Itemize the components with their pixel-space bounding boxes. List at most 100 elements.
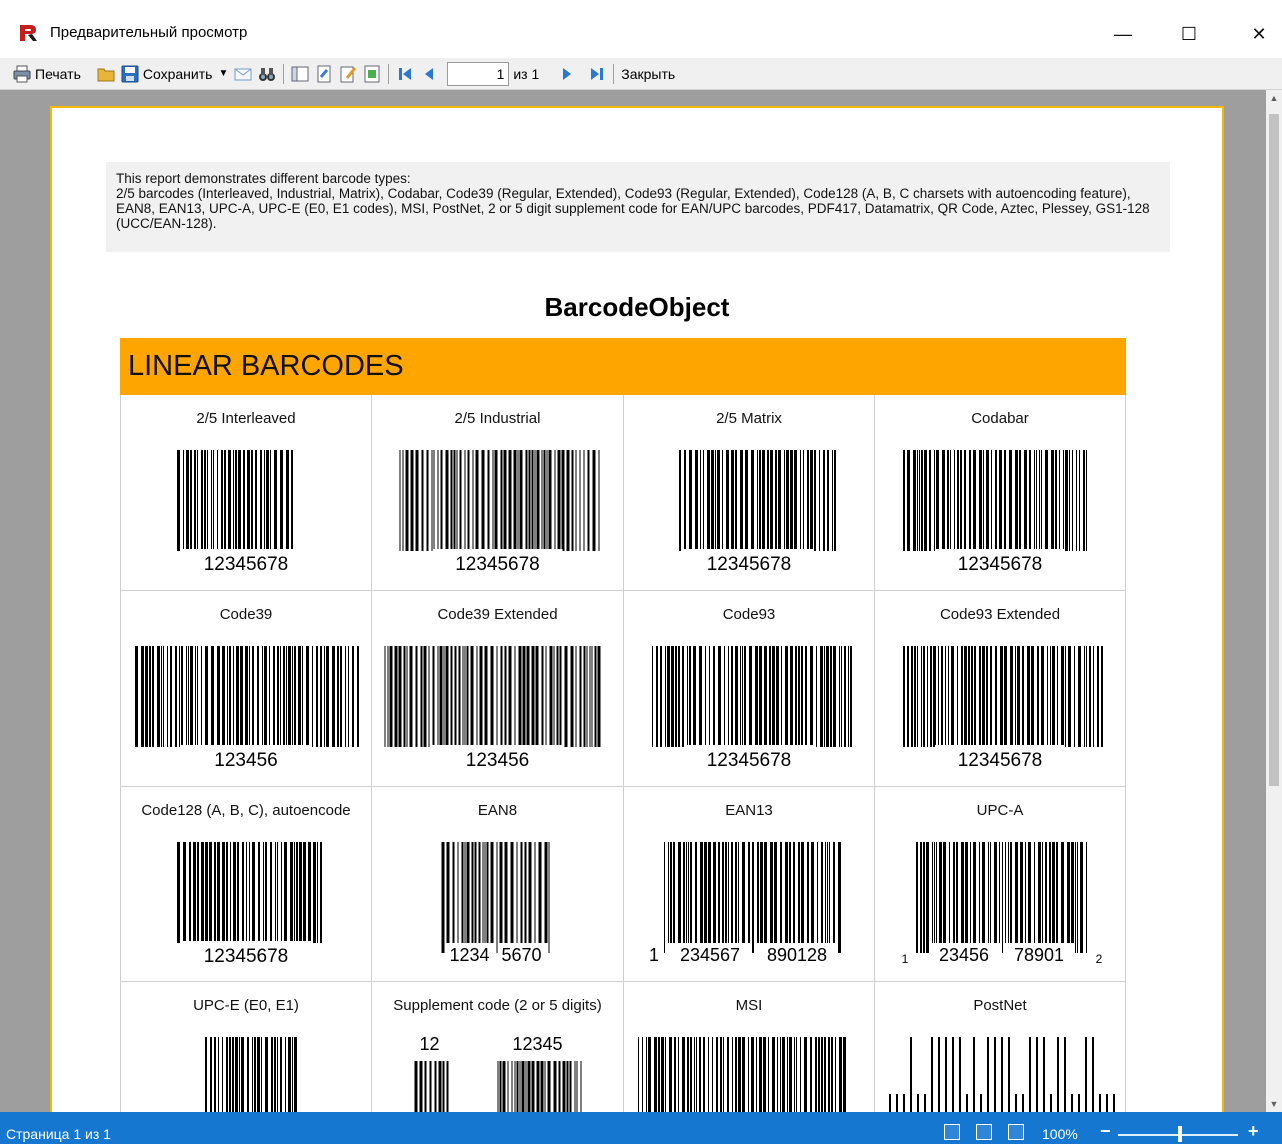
barcode-bar (986, 450, 989, 551)
barcode-bar (1086, 646, 1087, 747)
barcode-bar (671, 646, 674, 747)
barcode-bar (751, 450, 754, 551)
barcode-bar (923, 842, 925, 953)
save-button[interactable]: Сохранить (118, 61, 216, 87)
preview-area[interactable]: This report demonstrates different barco… (0, 90, 1266, 1112)
watermark-button[interactable] (360, 61, 384, 87)
print-button[interactable]: Печать (10, 61, 84, 87)
barcode-bar (1017, 646, 1020, 747)
barcode-bar (252, 1037, 253, 1112)
barcode-bar (1019, 450, 1021, 551)
zoom-in-button[interactable]: + (1248, 1121, 1259, 1142)
barcode-bar (462, 646, 464, 747)
postnet-bar (896, 1094, 898, 1112)
barcode-bar (726, 450, 729, 551)
barcode-bar (973, 450, 976, 551)
barcode-bar (548, 450, 552, 551)
barcode-bar (433, 450, 435, 551)
postnet-bar (994, 1037, 996, 1112)
barcode-text: 12345678 (958, 554, 1043, 575)
page-setup-button[interactable] (312, 61, 336, 87)
page-number-input[interactable] (447, 61, 510, 86)
barcode-image: 1 234567 890128 (649, 842, 841, 965)
window-title: Предварительный просмотр (50, 24, 248, 41)
first-page-icon (399, 67, 412, 80)
open-button[interactable] (94, 61, 118, 87)
status-bar: Страница 1 из 1 100% − + (0, 1112, 1282, 1144)
outline-button[interactable] (288, 61, 312, 87)
barcode-bar (1074, 646, 1075, 747)
minimize-button[interactable]: — (1100, 14, 1146, 54)
next-page-button[interactable] (555, 61, 579, 87)
postnet-bar (1092, 1037, 1094, 1112)
supplement-2-text: 12 (419, 1034, 439, 1054)
barcode-text: 12345678 (204, 946, 289, 967)
barcode-bar (1038, 842, 1041, 943)
barcode-bar (1084, 646, 1085, 747)
barcode-cell: EAN8 1234 5670 (372, 787, 624, 982)
barcode-bar (794, 450, 797, 551)
postnet-bar (1001, 1037, 1003, 1112)
postnet-bar (924, 1094, 926, 1112)
close-window-button[interactable]: ✕ (1236, 14, 1282, 54)
barcode-bar (292, 646, 293, 747)
barcode-bar (177, 450, 180, 551)
barcode-bar (170, 646, 172, 747)
barcode-bar (197, 646, 198, 747)
scroll-up-icon[interactable]: ▲ (1266, 90, 1282, 106)
zoom-slider-thumb[interactable] (1178, 1126, 1182, 1142)
barcode-bar (579, 646, 582, 747)
barcode-bar (982, 646, 985, 747)
barcode-bar (592, 450, 596, 551)
barcode-bar (784, 450, 785, 551)
maximize-button[interactable]: ☐ (1166, 14, 1212, 54)
first-page-button[interactable] (393, 61, 417, 87)
zoom-out-button[interactable]: − (1100, 1121, 1111, 1142)
barcode-bar (658, 1037, 660, 1112)
barcode-bar (718, 842, 720, 943)
barcode-bar (709, 646, 710, 747)
barcode-text: 12345678 (707, 750, 792, 771)
vertical-scrollbar[interactable]: ▲ ▼ (1266, 90, 1282, 1112)
barcode-bar (189, 842, 191, 943)
barcode-bar (1042, 842, 1043, 943)
barcode-image: 12345678 (679, 450, 836, 575)
barcode-bar (823, 450, 825, 551)
barcode-text: 123456 (214, 750, 277, 771)
last-page-button[interactable] (585, 61, 609, 87)
save-dropdown-button[interactable]: ▼ (215, 61, 231, 87)
scrollbar-thumb[interactable] (1269, 114, 1279, 786)
barcode-bar (811, 842, 814, 943)
barcode-bar (152, 646, 154, 747)
barcode-bar (409, 646, 413, 747)
barcode-bar (927, 646, 928, 747)
barcode-bar (785, 646, 788, 747)
close-preview-button[interactable]: Закрыть (618, 61, 678, 87)
barcode-bar (735, 842, 737, 943)
barcode-bar (1061, 842, 1064, 943)
barcode-bar (517, 450, 519, 551)
email-button[interactable] (231, 61, 255, 87)
prev-page-button[interactable] (417, 61, 441, 87)
barcode-bar (597, 646, 601, 747)
scroll-down-icon[interactable]: ▼ (1266, 1096, 1282, 1112)
find-button[interactable] (255, 61, 279, 87)
barcode-bar (1004, 646, 1007, 747)
zoom-page-width-icon[interactable] (944, 1124, 960, 1140)
barcode-bar (459, 450, 462, 551)
barcode-bar (817, 842, 818, 943)
barcode-bar (919, 450, 920, 551)
barcode-bar (790, 450, 793, 551)
floppy-disk-icon (121, 65, 139, 82)
barcode-bar (228, 450, 231, 551)
barcode-bar (484, 842, 486, 943)
zoom-whole-page-icon[interactable] (976, 1124, 992, 1140)
edit-button[interactable] (336, 61, 360, 87)
barcode-bar (510, 842, 514, 943)
zoom-fit-icon[interactable] (1008, 1124, 1024, 1140)
barcode-image: 1234 5670 (441, 842, 550, 965)
barcode-bar (481, 450, 485, 551)
barcode-bar (201, 646, 202, 747)
barcode-bar (251, 450, 253, 551)
barcode-bar (689, 450, 692, 551)
